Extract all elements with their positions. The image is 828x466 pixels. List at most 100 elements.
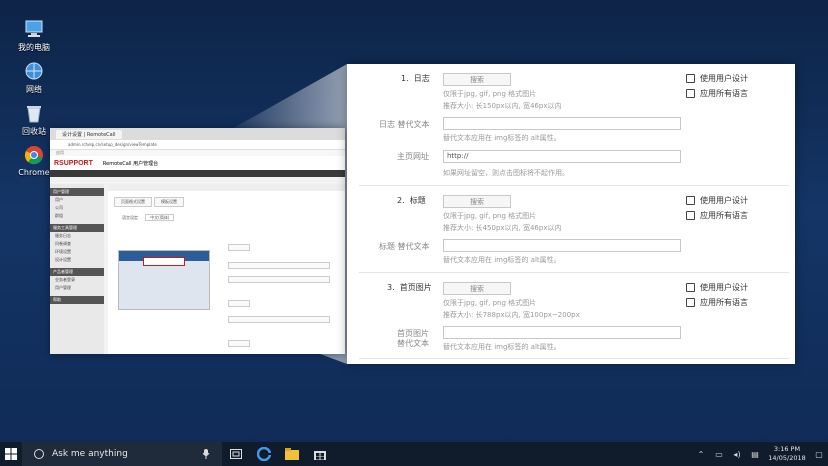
alt-text-label: 日志 替代文本 [379, 120, 430, 129]
volume-icon[interactable]: ◂) [728, 450, 746, 459]
section-title-logo: 1. 日志 [401, 74, 430, 83]
site-nav-bar [50, 170, 345, 177]
rsupport-logo: RSUPPORT [54, 159, 93, 167]
desktop-icon-label: 我的电脑 [18, 43, 50, 52]
homepage-url-input[interactable]: http:// [443, 150, 681, 163]
mini-language-row: 语言设定 中文(简体) [122, 214, 345, 221]
site-header: RSUPPORT RemoteCall 用户管理台 [50, 156, 345, 170]
checkbox-box[interactable] [686, 89, 695, 98]
checkbox-box[interactable] [686, 283, 695, 292]
size-hint: 推荐大小: 长788px以内, 宽100px~200px [443, 311, 580, 319]
store-icon[interactable] [306, 442, 334, 466]
checkbox-box[interactable] [686, 74, 695, 83]
mini-form-field [228, 244, 250, 251]
clock[interactable]: 3:16 PM 14/05/2018 [764, 445, 810, 463]
desktop-icon-label: 回收站 [22, 127, 46, 136]
alt-text-input[interactable] [443, 239, 681, 252]
chrome-icon [23, 144, 45, 166]
section-divider [359, 358, 789, 359]
browser-tab[interactable]: 设计设置 | RemoteCall [56, 129, 122, 139]
mini-sidebar: 用户管理 用户 公司 群组 服务工具管理 服务日志 问卷调查 环境设置 设计设置 产品者管理 业务者… [50, 184, 104, 354]
action-center-icon[interactable]: ▢ [810, 450, 828, 459]
alt-hint: 替代文本应用在 img标签的 alt属性。 [443, 256, 561, 264]
site-subtitle: RemoteCall 用户管理台 [102, 160, 159, 167]
task-view-icon[interactable] [222, 442, 250, 466]
cortana-search-box[interactable]: Ask me anything [22, 442, 222, 466]
mini-form-field [228, 276, 330, 283]
mini-sidebar-header[interactable]: 产品者管理 [50, 268, 104, 276]
mini-sidebar-item[interactable]: 公司 [50, 204, 104, 212]
edge-icon[interactable] [250, 442, 278, 466]
homepage-url-label: 主页网址 [397, 152, 429, 161]
mini-sidebar-item[interactable]: 群组 [50, 212, 104, 220]
desktop-icon-network[interactable]: 网络 [14, 60, 54, 95]
checkbox-box[interactable] [686, 211, 695, 220]
mini-sidebar-item[interactable]: 服务日志 [50, 232, 104, 240]
use-user-design-checkbox[interactable]: 使用用户设计 [686, 73, 748, 84]
mini-form-field [228, 340, 250, 347]
network-icon [23, 60, 45, 82]
show-hidden-icons-icon[interactable]: ⌃ [692, 450, 710, 459]
mini-content: 页面格式设置 模板设置 语言设定 中文(简体) [108, 184, 345, 354]
mini-breadcrumb [108, 184, 345, 191]
zoomed-design-panel: 1. 日志 搜索 仅限于jpg, gif, png 格式图片 推荐大小: 长15… [347, 64, 795, 364]
mini-language-select[interactable]: 中文(简体) [145, 214, 175, 221]
clock-time: 3:16 PM [773, 445, 801, 453]
mini-sidebar-item[interactable]: 用户 [50, 196, 104, 204]
use-user-design-checkbox[interactable]: 使用用户设计 [686, 282, 748, 293]
alt-text-input[interactable] [443, 326, 681, 339]
alt-hint: 替代文本应用在 img标签的 alt属性。 [443, 134, 561, 142]
desktop-icon-label: 网络 [26, 85, 42, 94]
desktop-icon-recycle-bin[interactable]: 回收站 [14, 102, 54, 137]
mini-sidebar-header[interactable]: 用户管理 [50, 188, 104, 196]
taskbar: Ask me anything ⌃ ▭ ◂) ▤ 3:16 PM 14/05/2… [0, 442, 828, 466]
size-hint: 推荐大小: 长450px以内, 宽46px以内 [443, 224, 562, 232]
mini-sidebar-header[interactable]: 帮助 [50, 296, 104, 304]
format-hint: 仅限于jpg, gif, png 格式图片 [443, 90, 537, 98]
url-hint: 如果网址留空，则点击图标将不起作用。 [443, 169, 569, 177]
apply-all-languages-checkbox[interactable]: 应用所有语言 [686, 88, 748, 99]
section-divider [359, 185, 789, 186]
apply-all-languages-checkbox[interactable]: 应用所有语言 [686, 210, 748, 221]
use-user-design-checkbox[interactable]: 使用用户设计 [686, 195, 748, 206]
search-button[interactable]: 搜索 [443, 73, 511, 86]
network-tray-icon[interactable]: ▭ [710, 450, 728, 459]
alt-hint: 替代文本应用在 img标签的 alt属性。 [443, 343, 561, 351]
keyboard-icon[interactable]: ▤ [746, 450, 764, 459]
file-explorer-icon[interactable] [278, 442, 306, 466]
mini-sidebar-header[interactable]: 服务工具管理 [50, 224, 104, 232]
computer-icon [23, 18, 45, 40]
search-button[interactable]: 搜索 [443, 195, 511, 208]
checkbox-box[interactable] [686, 196, 695, 205]
mini-preview-thumbnail [118, 250, 210, 310]
cortana-icon [34, 449, 44, 459]
system-tray: ⌃ ▭ ◂) ▤ 3:16 PM 14/05/2018 ▢ [692, 445, 828, 463]
mini-sidebar-item[interactable]: 设计设置 [50, 256, 104, 264]
size-hint: 推荐大小: 长150px以内, 宽46px以内 [443, 102, 562, 110]
checkbox-box[interactable] [686, 298, 695, 307]
mini-sidebar-item[interactable]: 业务者登录 [50, 276, 104, 284]
mini-sidebar-item[interactable]: 环境设置 [50, 248, 104, 256]
browser-url-bar[interactable]: admin.rchelp.cn/setup_design/viewTemplat… [50, 140, 345, 150]
mini-form-field [228, 262, 330, 269]
mini-sidebar-item[interactable]: 用户管理 [50, 284, 104, 292]
apply-all-languages-checkbox[interactable]: 应用所有语言 [686, 297, 748, 308]
format-hint: 仅限于jpg, gif, png 格式图片 [443, 212, 537, 220]
windows-icon [5, 448, 17, 460]
desktop-icon-chrome[interactable]: Chrome [14, 144, 54, 177]
search-button[interactable]: 搜索 [443, 282, 511, 295]
browser-tabbar: 设计设置 | RemoteCall [50, 128, 345, 140]
mini-sidebar-item[interactable]: 问卷调查 [50, 240, 104, 248]
microphone-icon[interactable] [202, 449, 212, 459]
start-button[interactable] [0, 442, 22, 466]
mini-tab[interactable]: 模板设置 [154, 197, 184, 207]
section-divider [359, 272, 789, 273]
desktop-icon-computer[interactable]: 我的电脑 [14, 18, 54, 53]
alt-text-label-line2: 替代文本 [397, 339, 429, 348]
mini-tab[interactable]: 页面格式设置 [114, 197, 152, 207]
section-title-main-image: 3. 首页图片 [387, 283, 432, 292]
recycle-bin-icon [23, 102, 45, 124]
mini-tabs: 页面格式设置 模板设置 [114, 197, 345, 207]
browser-screenshot: 设计设置 | RemoteCall admin.rchelp.cn/setup_… [50, 128, 345, 354]
alt-text-input[interactable] [443, 117, 681, 130]
